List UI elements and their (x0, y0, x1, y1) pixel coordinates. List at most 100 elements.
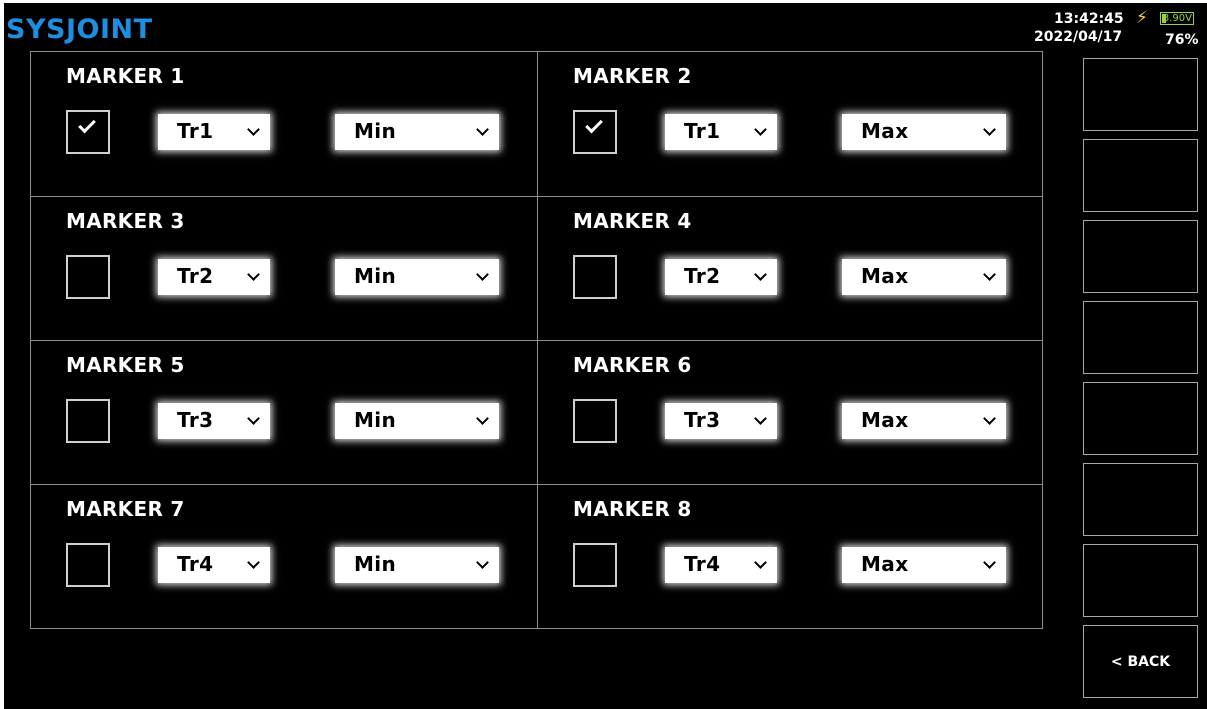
device-screen: SYSJOINT 13:42:45 ⚡ 3.90V 2022/04/17 76%… (4, 3, 1207, 709)
trace-select-value: Tr1 (684, 119, 721, 143)
softkey-2[interactable] (1083, 139, 1198, 212)
chevron-down-icon (476, 123, 489, 136)
trace-select[interactable]: Tr4 (665, 547, 777, 583)
chevron-down-icon (983, 556, 996, 569)
chevron-down-icon (476, 556, 489, 569)
marker-title: MARKER 6 (573, 353, 692, 377)
chevron-down-icon (476, 268, 489, 281)
marker-cell-5: MARKER 5 Tr3 Min (31, 340, 537, 484)
marker-enable-checkbox[interactable] (573, 255, 617, 299)
trace-select-value: Tr1 (177, 119, 214, 143)
checkmark-icon (585, 115, 603, 134)
softkey-label (1084, 302, 1197, 373)
marker-cell-4: MARKER 4 Tr2 Max (537, 196, 1043, 340)
trace-select[interactable]: Tr4 (158, 547, 270, 583)
trace-select-value: Tr4 (177, 552, 214, 576)
marker-title: MARKER 5 (66, 353, 185, 377)
search-mode-value: Max (861, 264, 909, 288)
marker-cell-7: MARKER 7 Tr4 Min (31, 484, 537, 628)
softkey-1[interactable] (1083, 58, 1198, 131)
chevron-down-icon (754, 556, 767, 569)
status-area: 13:42:45 ⚡ 3.90V 2022/04/17 76% (1034, 8, 1204, 55)
chevron-down-icon (983, 268, 996, 281)
softkey-label (1084, 464, 1197, 535)
trace-select-value: Tr4 (684, 552, 721, 576)
trace-select-value: Tr2 (177, 264, 214, 288)
marker-enable-checkbox[interactable] (573, 543, 617, 587)
battery-icon: 3.90V (1160, 12, 1194, 25)
trace-select[interactable]: Tr1 (158, 114, 270, 150)
trace-select[interactable]: Tr1 (665, 114, 777, 150)
softkey-label (1084, 59, 1197, 130)
search-mode-select[interactable]: Max (842, 403, 1006, 439)
search-mode-value: Min (354, 264, 397, 288)
marker-title: MARKER 1 (66, 64, 185, 88)
search-mode-select[interactable]: Max (842, 259, 1006, 295)
trace-select[interactable]: Tr3 (158, 403, 270, 439)
marker-title: MARKER 3 (66, 209, 185, 233)
clock-time: 13:42:45 (1054, 11, 1124, 27)
marker-cell-3: MARKER 3 Tr2 Min (31, 196, 537, 340)
chevron-down-icon (754, 268, 767, 281)
trace-select[interactable]: Tr2 (158, 259, 270, 295)
search-mode-select[interactable]: Min (335, 259, 499, 295)
marker-title: MARKER 4 (573, 209, 692, 233)
marker-cell-8: MARKER 8 Tr4 Max (537, 484, 1043, 628)
trace-select[interactable]: Tr2 (665, 259, 777, 295)
chevron-down-icon (476, 412, 489, 425)
checkmark-icon (78, 115, 96, 134)
softkey-6[interactable] (1083, 463, 1198, 536)
search-mode-value: Min (354, 552, 397, 576)
back-button[interactable]: < BACK (1083, 625, 1198, 698)
chevron-down-icon (247, 268, 260, 281)
clock-date: 2022/04/17 (1034, 29, 1123, 45)
softkey-3[interactable] (1083, 220, 1198, 293)
marker-grid: MARKER 1 Tr1 Min MARKER 2 Tr1 Max MARKER… (30, 51, 1043, 629)
softkey-5[interactable] (1083, 382, 1198, 455)
marker-title: MARKER 8 (573, 497, 692, 521)
trace-select[interactable]: Tr3 (665, 403, 777, 439)
chevron-down-icon (983, 123, 996, 136)
search-mode-select[interactable]: Min (335, 403, 499, 439)
search-mode-select[interactable]: Max (842, 547, 1006, 583)
softkey-label (1084, 221, 1197, 292)
marker-cell-6: MARKER 6 Tr3 Max (537, 340, 1043, 484)
search-mode-value: Min (354, 119, 397, 143)
logo: SYSJOINT (6, 14, 153, 45)
chevron-down-icon (247, 123, 260, 136)
back-button-label: < BACK (1110, 653, 1171, 670)
chevron-down-icon (983, 412, 996, 425)
marker-cell-1: MARKER 1 Tr1 Min (31, 52, 537, 196)
battery-level-fill (1162, 14, 1166, 23)
search-mode-value: Max (861, 552, 909, 576)
trace-select-value: Tr3 (684, 408, 721, 432)
search-mode-value: Min (354, 408, 397, 432)
softkey-4[interactable] (1083, 301, 1198, 374)
lightning-bolt-icon: ⚡ (1136, 8, 1148, 28)
marker-enable-checkbox[interactable] (66, 255, 110, 299)
search-mode-value: Max (861, 119, 909, 143)
softkey-label (1084, 140, 1197, 211)
search-mode-select[interactable]: Max (842, 114, 1006, 150)
marker-enable-checkbox[interactable] (66, 543, 110, 587)
search-mode-select[interactable]: Min (335, 547, 499, 583)
marker-enable-checkbox[interactable] (66, 110, 110, 154)
trace-select-value: Tr3 (177, 408, 214, 432)
softkey-7[interactable] (1083, 544, 1198, 617)
softkey-label (1084, 383, 1197, 454)
chevron-down-icon (247, 556, 260, 569)
search-mode-value: Max (861, 408, 909, 432)
marker-enable-checkbox[interactable] (573, 399, 617, 443)
chevron-down-icon (754, 412, 767, 425)
marker-cell-2: MARKER 2 Tr1 Max (537, 52, 1043, 196)
battery-percent: 76% (1165, 32, 1199, 48)
search-mode-select[interactable]: Min (335, 114, 499, 150)
marker-enable-checkbox[interactable] (66, 399, 110, 443)
battery-voltage: 3.90V (1162, 13, 1192, 24)
trace-select-value: Tr2 (684, 264, 721, 288)
marker-enable-checkbox[interactable] (573, 110, 617, 154)
softkey-label (1084, 545, 1197, 616)
chevron-down-icon (754, 123, 767, 136)
marker-title: MARKER 7 (66, 497, 185, 521)
chevron-down-icon (247, 412, 260, 425)
